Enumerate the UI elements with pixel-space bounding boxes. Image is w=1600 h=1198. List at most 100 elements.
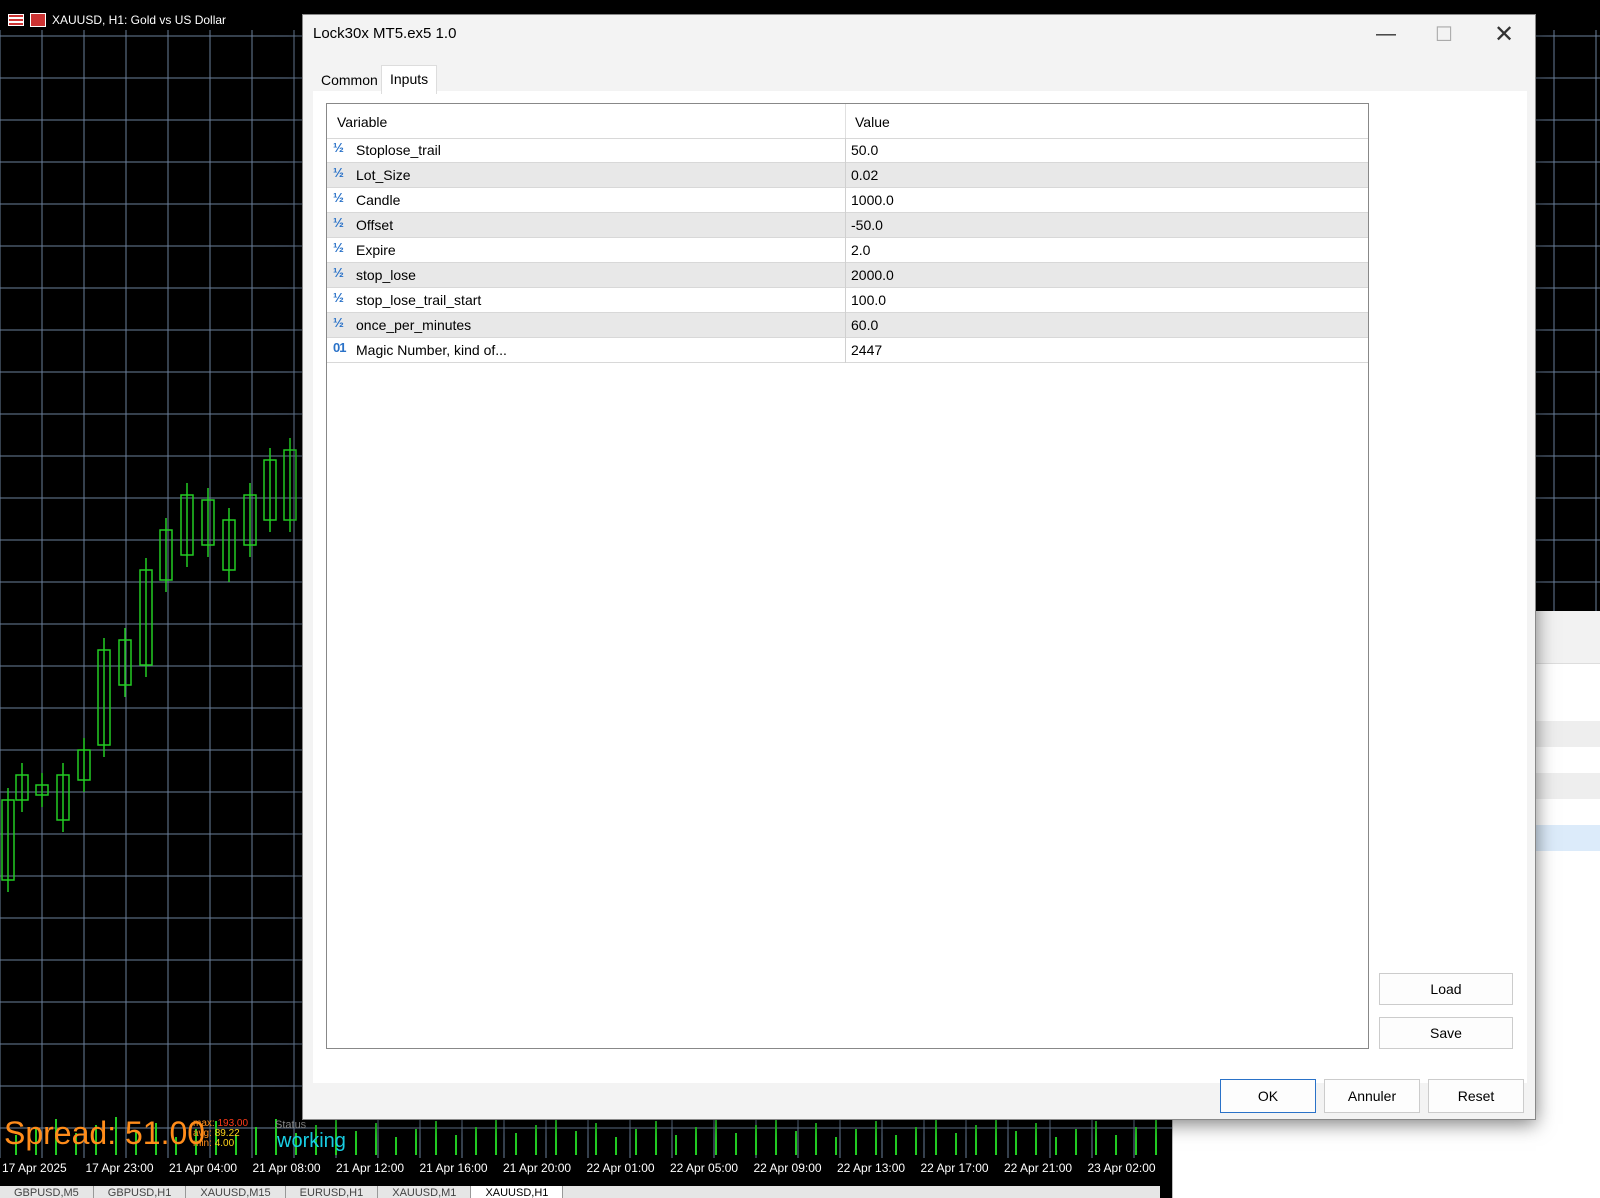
- background-row: [1536, 721, 1600, 747]
- variable-name: stop_lose: [356, 267, 416, 283]
- close-button[interactable]: ✕: [1475, 15, 1533, 53]
- variable-name: Candle: [356, 192, 401, 208]
- chart-tab[interactable]: XAUUSD,M15: [186, 1186, 286, 1198]
- table-body: ½ Stoplose_trail 50.0 ½ Lot_Size 0.02 ½ Candl…: [327, 138, 1368, 363]
- cell-divider: [845, 213, 846, 238]
- time-tick-label: 17 Apr 2025: [2, 1161, 67, 1175]
- chart-tab[interactable]: GBPUSD,M5: [0, 1186, 94, 1198]
- time-tick-label: 21 Apr 04:00: [169, 1161, 238, 1175]
- double-type-icon: ½: [333, 215, 344, 230]
- double-type-icon: ½: [333, 265, 344, 280]
- dialog-titlebar[interactable]: Lock30x MT5.ex5 1.0 — ☐ ✕: [303, 15, 1535, 53]
- chart-symbol-title: XAUUSD, H1: Gold vs US Dollar: [52, 13, 227, 27]
- variable-value[interactable]: 1000.0: [851, 192, 894, 208]
- table-header: Variable Value: [327, 104, 1368, 139]
- stat-min-value: 4.00: [214, 1138, 235, 1149]
- chart-tabs-bar: GBPUSD,M5 GBPUSD,H1 XAUUSD,M15 EURUSD,H1…: [0, 1186, 1160, 1198]
- load-button[interactable]: Load: [1379, 973, 1513, 1005]
- time-tick-label: 22 Apr 17:00: [920, 1161, 989, 1175]
- variable-name: Stoplose_trail: [356, 142, 441, 158]
- table-row[interactable]: ½ Offset -50.0: [327, 213, 1368, 238]
- tab-common[interactable]: Common: [313, 67, 386, 93]
- stat-min-label: min:: [193, 1138, 212, 1149]
- maximize-button[interactable]: ☐: [1415, 15, 1473, 53]
- column-header-variable[interactable]: Variable: [337, 114, 387, 130]
- variable-value[interactable]: 100.0: [851, 292, 886, 308]
- save-button[interactable]: Save: [1379, 1017, 1513, 1049]
- table-row[interactable]: ½ once_per_minutes 60.0: [327, 313, 1368, 338]
- variable-name: Lot_Size: [356, 167, 411, 183]
- table-row[interactable]: ½ Candle 1000.0: [327, 188, 1368, 213]
- time-tick-label: 21 Apr 16:00: [419, 1161, 488, 1175]
- table-row[interactable]: ½ stop_lose_trail_start 100.0: [327, 288, 1368, 313]
- cell-divider: [845, 338, 846, 363]
- background-window-header: [1536, 611, 1600, 664]
- chart-tab[interactable]: GBPUSD,H1: [94, 1186, 187, 1198]
- status-value: working: [277, 1130, 346, 1152]
- time-tick-label: 23 Apr 02:00: [1087, 1161, 1156, 1175]
- double-type-icon: ½: [333, 190, 344, 205]
- cell-divider: [845, 313, 846, 338]
- table-row[interactable]: 01 Magic Number, kind of... 2447: [327, 338, 1368, 363]
- variable-value[interactable]: 2000.0: [851, 267, 894, 283]
- variable-value[interactable]: 60.0: [851, 317, 878, 333]
- background-window: [1536, 611, 1600, 1198]
- double-type-icon: ½: [333, 290, 344, 305]
- background-row-selected: [1536, 825, 1600, 851]
- double-type-icon: ½: [333, 315, 344, 330]
- table-row[interactable]: ½ Lot_Size 0.02: [327, 163, 1368, 188]
- spread-stats: max: 193.00 avg: 89.22 min: 4.00: [193, 1119, 248, 1149]
- double-type-icon: ½: [333, 240, 344, 255]
- variable-value[interactable]: -50.0: [851, 217, 883, 233]
- inputs-dialog: Lock30x MT5.ex5 1.0 — ☐ ✕ Common Inputs …: [302, 14, 1536, 1120]
- ok-button[interactable]: OK: [1220, 1079, 1316, 1113]
- time-tick-label: 22 Apr 01:00: [586, 1161, 655, 1175]
- cancel-button[interactable]: Annuler: [1324, 1079, 1420, 1113]
- cell-divider: [845, 188, 846, 213]
- variable-value[interactable]: 2447: [851, 342, 882, 358]
- variable-value[interactable]: 0.02: [851, 167, 878, 183]
- table-row[interactable]: ½ Stoplose_trail 50.0: [327, 138, 1368, 163]
- chart-tab[interactable]: EURUSD,H1: [286, 1186, 379, 1198]
- time-tick-label: 21 Apr 20:00: [503, 1161, 572, 1175]
- time-tick-label: 17 Apr 23:00: [85, 1161, 154, 1175]
- cell-divider: [845, 238, 846, 263]
- variable-name: Offset: [356, 217, 394, 233]
- time-tick-label: 21 Apr 08:00: [252, 1161, 321, 1175]
- double-type-icon: ½: [333, 140, 344, 155]
- variable-name: stop_lose_trail_start: [356, 292, 482, 308]
- chart-title: XAUUSD, H1: Gold vs US Dollar: [8, 13, 226, 27]
- table-row[interactable]: ½ stop_lose 2000.0: [327, 263, 1368, 288]
- chart-type-icon: [30, 13, 46, 27]
- minimize-button[interactable]: —: [1357, 15, 1415, 53]
- chart-tab-active[interactable]: XAUUSD,H1: [471, 1186, 564, 1198]
- dialog-title: Lock30x MT5.ex5 1.0: [313, 25, 457, 42]
- background-panel: [1172, 1118, 1537, 1198]
- reset-button[interactable]: Reset: [1428, 1079, 1524, 1113]
- variable-name: once_per_minutes: [356, 317, 472, 333]
- cell-divider: [845, 138, 846, 163]
- cell-divider: [845, 288, 846, 313]
- time-tick-label: 22 Apr 21:00: [1004, 1161, 1073, 1175]
- variable-value[interactable]: 2.0: [851, 242, 870, 258]
- cell-divider: [845, 163, 846, 188]
- tab-inputs[interactable]: Inputs: [381, 65, 438, 94]
- cell-divider: [845, 263, 846, 288]
- time-tick-label: 22 Apr 09:00: [753, 1161, 822, 1175]
- double-type-icon: ½: [333, 165, 344, 180]
- variable-name: Expire: [356, 242, 396, 258]
- inputs-table: Variable Value ½ Stoplose_trail 50.0 ½ Lot_…: [326, 103, 1369, 1049]
- chart-window-icon: [8, 14, 24, 26]
- column-divider[interactable]: [845, 104, 846, 138]
- table-row[interactable]: ½ Expire 2.0: [327, 238, 1368, 263]
- time-tick-label: 22 Apr 13:00: [837, 1161, 906, 1175]
- integer-type-icon: 01: [333, 340, 347, 355]
- time-tick-label: 21 Apr 12:00: [336, 1161, 405, 1175]
- background-row: [1536, 773, 1600, 799]
- chart-tab[interactable]: XAUUSD,M1: [378, 1186, 472, 1198]
- variable-value[interactable]: 50.0: [851, 142, 878, 158]
- variable-name: Magic Number, kind of...: [356, 342, 507, 358]
- column-header-value[interactable]: Value: [855, 114, 890, 130]
- spread-readout: Spread: 51.00: [4, 1115, 206, 1151]
- time-tick-label: 22 Apr 05:00: [670, 1161, 739, 1175]
